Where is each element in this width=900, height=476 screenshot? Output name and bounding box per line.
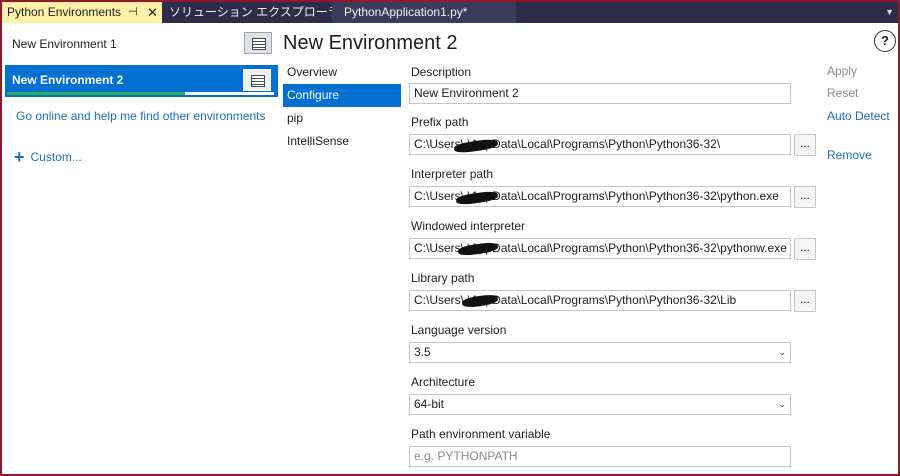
language-version-select[interactable]: 3.5 ⌄ bbox=[409, 342, 791, 363]
windowed-interpreter-browse-button[interactable]: ... bbox=[794, 238, 816, 260]
plus-icon: + bbox=[14, 147, 25, 167]
environment-window-icon[interactable] bbox=[243, 69, 271, 91]
interpreter-path-label: Interpreter path bbox=[411, 167, 494, 181]
apply-button[interactable]: Apply bbox=[827, 64, 857, 78]
description-label: Description bbox=[411, 65, 472, 79]
architecture-label: Architecture bbox=[411, 375, 476, 389]
auto-detect-button[interactable]: Auto Detect bbox=[827, 109, 890, 123]
environment-progress-bar bbox=[7, 92, 185, 95]
library-path-browse-button[interactable]: ... bbox=[794, 290, 816, 312]
tab-label: PythonApplication1.py* bbox=[344, 5, 468, 19]
architecture-select[interactable]: 64-bit ⌄ bbox=[409, 394, 791, 415]
tab-python-application[interactable]: PythonApplication1.py* bbox=[332, 2, 516, 23]
tab-python-environments[interactable]: Python Environments ⊣ ✕ bbox=[2, 2, 162, 23]
tab-intellisense[interactable]: IntelliSense bbox=[283, 130, 401, 153]
environment-name: New Environment 2 bbox=[12, 73, 124, 87]
tab-pip[interactable]: pip bbox=[283, 107, 401, 130]
page-title: New Environment 2 bbox=[283, 32, 458, 54]
windowed-interpreter-label: Windowed interpreter bbox=[411, 219, 526, 233]
tab-overview[interactable]: Overview bbox=[283, 61, 401, 84]
tab-configure[interactable]: Configure bbox=[283, 84, 401, 107]
language-version-value: 3.5 bbox=[414, 345, 431, 359]
environment-item-2[interactable]: New Environment 2 bbox=[5, 65, 278, 97]
pin-icon[interactable]: ⊣ bbox=[128, 2, 138, 23]
description-field[interactable]: New Environment 2 bbox=[409, 83, 791, 104]
close-icon[interactable]: ✕ bbox=[147, 2, 158, 23]
tab-label: ソリューション エクスプローラー bbox=[169, 5, 352, 19]
prefix-path-label: Prefix path bbox=[411, 115, 469, 129]
language-version-label: Language version bbox=[411, 323, 507, 337]
find-environments-link[interactable]: Go online and help me find other environ… bbox=[16, 109, 266, 123]
custom-environment-link[interactable]: + Custom... bbox=[14, 145, 82, 167]
tab-label: Python Environments bbox=[7, 5, 122, 19]
tab-overflow-dropdown-icon[interactable]: ▼ bbox=[885, 2, 894, 23]
chevron-down-icon: ⌄ bbox=[778, 399, 786, 409]
environment-item-1[interactable]: New Environment 1 bbox=[2, 29, 278, 59]
document-tab-strip: Python Environments ⊣ ✕ ソリューション エクスプローラー… bbox=[2, 2, 898, 23]
environment-progress-track bbox=[185, 92, 274, 95]
remove-button[interactable]: Remove bbox=[827, 148, 872, 162]
prefix-path-browse-button[interactable]: ... bbox=[794, 134, 816, 156]
python-environments-window: Python Environments ⊣ ✕ ソリューション エクスプローラー… bbox=[2, 2, 898, 474]
path-env-var-label: Path environment variable bbox=[411, 427, 551, 441]
library-path-label: Library path bbox=[411, 271, 475, 285]
interpreter-path-browse-button[interactable]: ... bbox=[794, 186, 816, 208]
reset-button[interactable]: Reset bbox=[827, 86, 858, 100]
architecture-value: 64-bit bbox=[414, 397, 445, 411]
custom-label: Custom... bbox=[30, 150, 82, 164]
chevron-down-icon: ⌄ bbox=[778, 347, 786, 357]
environment-window-icon[interactable] bbox=[244, 32, 272, 54]
environment-name: New Environment 1 bbox=[12, 37, 117, 51]
help-icon[interactable]: ? bbox=[874, 30, 896, 52]
path-env-var-field[interactable]: e.g. PYTHONPATH bbox=[409, 446, 791, 467]
tab-solution-explorer[interactable]: ソリューション エクスプローラー bbox=[164, 2, 352, 23]
